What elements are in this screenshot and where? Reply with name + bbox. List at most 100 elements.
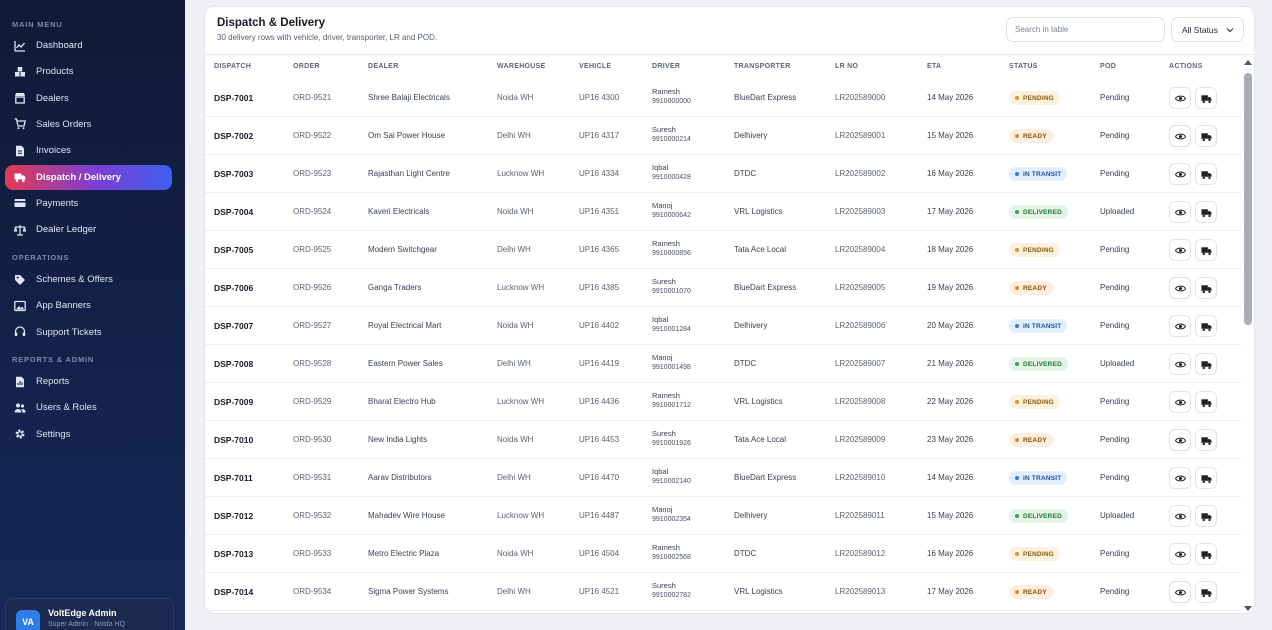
dispatch-id[interactable]: DSP-7005 bbox=[214, 245, 253, 255]
dispatch-truck-button[interactable] bbox=[1195, 581, 1217, 603]
view-button[interactable] bbox=[1169, 239, 1191, 261]
transporter: DTDC bbox=[734, 359, 757, 368]
sidebar-item-dealer-ledger[interactable]: Dealer Ledger bbox=[5, 217, 172, 242]
dispatch-truck-button[interactable] bbox=[1195, 429, 1217, 451]
sidebar-item-users-roles[interactable]: Users & Roles bbox=[5, 395, 172, 420]
scroll-up-arrow-icon[interactable] bbox=[1244, 59, 1252, 67]
dispatch-truck-button[interactable] bbox=[1195, 505, 1217, 527]
dispatch-id[interactable]: DSP-7007 bbox=[214, 321, 253, 331]
dispatch-id[interactable]: DSP-7003 bbox=[214, 169, 253, 179]
card-icon bbox=[14, 197, 26, 209]
lr-number: LR202589011 bbox=[835, 511, 885, 520]
vehicle-number: UP16 4385 bbox=[579, 283, 620, 292]
view-button[interactable] bbox=[1169, 87, 1191, 109]
dispatch-truck-button[interactable] bbox=[1195, 201, 1217, 223]
sidebar-item-products[interactable]: Products bbox=[5, 59, 172, 84]
sidebar-section-label: OPERATIONS bbox=[12, 253, 70, 262]
status-filter-select[interactable]: All Status bbox=[1171, 17, 1244, 42]
dispatch-truck-button[interactable] bbox=[1195, 353, 1217, 375]
lr-number: LR202589008 bbox=[835, 397, 886, 406]
sidebar-item-app-banners[interactable]: App Banners bbox=[5, 293, 172, 318]
status-badge: PENDING bbox=[1009, 395, 1061, 409]
dispatch-truck-button[interactable] bbox=[1195, 87, 1217, 109]
driver-info: Ramesh 9910002568 bbox=[652, 543, 691, 561]
eye-icon bbox=[1174, 283, 1186, 294]
driver-info: Iqbal 9910002140 bbox=[652, 467, 691, 485]
dispatch-id[interactable]: DSP-7013 bbox=[214, 549, 253, 559]
status-dot bbox=[1015, 590, 1019, 594]
dispatch-id[interactable]: DSP-7001 bbox=[214, 93, 253, 103]
sidebar-item-dealers[interactable]: Dealers bbox=[5, 86, 172, 111]
view-button[interactable] bbox=[1169, 581, 1191, 603]
view-button[interactable] bbox=[1169, 429, 1191, 451]
table-row: DSP-7013 ORD-9533 Metro Electric Plaza N… bbox=[205, 535, 1241, 573]
view-button[interactable] bbox=[1169, 353, 1191, 375]
status-label: READY bbox=[1023, 436, 1047, 444]
warehouse: Noida WH bbox=[497, 93, 534, 102]
status-dot bbox=[1015, 362, 1019, 366]
sidebar-item-dashboard[interactable]: Dashboard bbox=[5, 33, 172, 58]
driver-info: Manoj 9910000642 bbox=[652, 201, 691, 219]
driver-name: Suresh bbox=[652, 125, 676, 134]
search-input[interactable] bbox=[1006, 17, 1165, 42]
dispatch-id[interactable]: DSP-7014 bbox=[214, 587, 253, 597]
sidebar-item-schemes-offers[interactable]: Schemes & Offers bbox=[5, 267, 172, 292]
vehicle-number: UP16 4317 bbox=[579, 131, 620, 140]
sidebar-item-settings[interactable]: Settings bbox=[5, 422, 172, 447]
driver-name: Ramesh bbox=[652, 239, 680, 248]
dispatch-truck-button[interactable] bbox=[1195, 277, 1217, 299]
dispatch-id[interactable]: DSP-7010 bbox=[214, 435, 253, 445]
dispatch-truck-button[interactable] bbox=[1195, 239, 1217, 261]
table-row: DSP-7002 ORD-9522 Om Sai Power House Del… bbox=[205, 117, 1241, 155]
truck-icon bbox=[1200, 245, 1212, 256]
status-filter-value: All Status bbox=[1182, 24, 1218, 35]
dispatch-id[interactable]: DSP-7006 bbox=[214, 283, 253, 293]
dispatch-truck-button[interactable] bbox=[1195, 315, 1217, 337]
driver-name: Iqbal bbox=[652, 315, 669, 324]
sidebar-item-invoices[interactable]: Invoices bbox=[5, 138, 172, 163]
view-button[interactable] bbox=[1169, 277, 1191, 299]
dispatch-id[interactable]: DSP-7002 bbox=[214, 131, 253, 141]
sidebar-item-support-tickets[interactable]: Support Tickets bbox=[5, 320, 172, 345]
table-row: DSP-7009 ORD-9529 Bharat Electro Hub Luc… bbox=[205, 383, 1241, 421]
dispatch-id[interactable]: DSP-7008 bbox=[214, 359, 253, 369]
dispatch-truck-button[interactable] bbox=[1195, 543, 1217, 565]
warehouse: Delhi WH bbox=[497, 359, 531, 368]
scroll-down-arrow-icon[interactable] bbox=[1244, 604, 1252, 612]
dispatch-truck-button[interactable] bbox=[1195, 163, 1217, 185]
sidebar-item-dispatch-delivery[interactable]: Dispatch / Delivery bbox=[5, 164, 172, 190]
status-badge: PENDING bbox=[1009, 547, 1061, 561]
order-id: ORD-9528 bbox=[293, 359, 332, 368]
status-dot bbox=[1015, 134, 1019, 138]
dispatch-truck-button[interactable] bbox=[1195, 467, 1217, 489]
truck-icon bbox=[1200, 359, 1212, 370]
status-label: READY bbox=[1023, 588, 1047, 596]
view-button[interactable] bbox=[1169, 467, 1191, 489]
sidebar-item-sales-orders[interactable]: Sales Orders bbox=[5, 112, 172, 137]
dispatch-id[interactable]: DSP-7011 bbox=[214, 473, 253, 483]
sidebar-item-reports[interactable]: Reports bbox=[5, 369, 172, 394]
lr-number: LR202589012 bbox=[835, 549, 886, 558]
truck-icon bbox=[1200, 587, 1212, 598]
user-profile-card[interactable]: VA VoltEdge Admin Super Admin · Noida HQ bbox=[5, 598, 174, 630]
status-badge: READY bbox=[1009, 585, 1053, 599]
dispatch-id[interactable]: DSP-7012 bbox=[214, 511, 253, 521]
view-button[interactable] bbox=[1169, 505, 1191, 527]
view-button[interactable] bbox=[1169, 391, 1191, 413]
vehicle-number: UP16 4300 bbox=[579, 93, 620, 102]
dealer-name: Mahadev Wire House bbox=[368, 511, 445, 520]
sidebar-item-payments[interactable]: Payments bbox=[5, 191, 172, 216]
view-button[interactable] bbox=[1169, 201, 1191, 223]
driver-name: Manoj bbox=[652, 505, 673, 514]
view-button[interactable] bbox=[1169, 543, 1191, 565]
view-button[interactable] bbox=[1169, 125, 1191, 147]
dispatch-truck-button[interactable] bbox=[1195, 391, 1217, 413]
scrollbar-thumb[interactable] bbox=[1244, 73, 1252, 325]
driver-phone: 9910000214 bbox=[652, 136, 691, 143]
dispatch-truck-button[interactable] bbox=[1195, 125, 1217, 147]
view-button[interactable] bbox=[1169, 163, 1191, 185]
dispatch-id[interactable]: DSP-7009 bbox=[214, 397, 253, 407]
view-button[interactable] bbox=[1169, 315, 1191, 337]
dispatch-id[interactable]: DSP-7004 bbox=[214, 207, 253, 217]
status-badge: DELIVERED bbox=[1009, 205, 1069, 219]
